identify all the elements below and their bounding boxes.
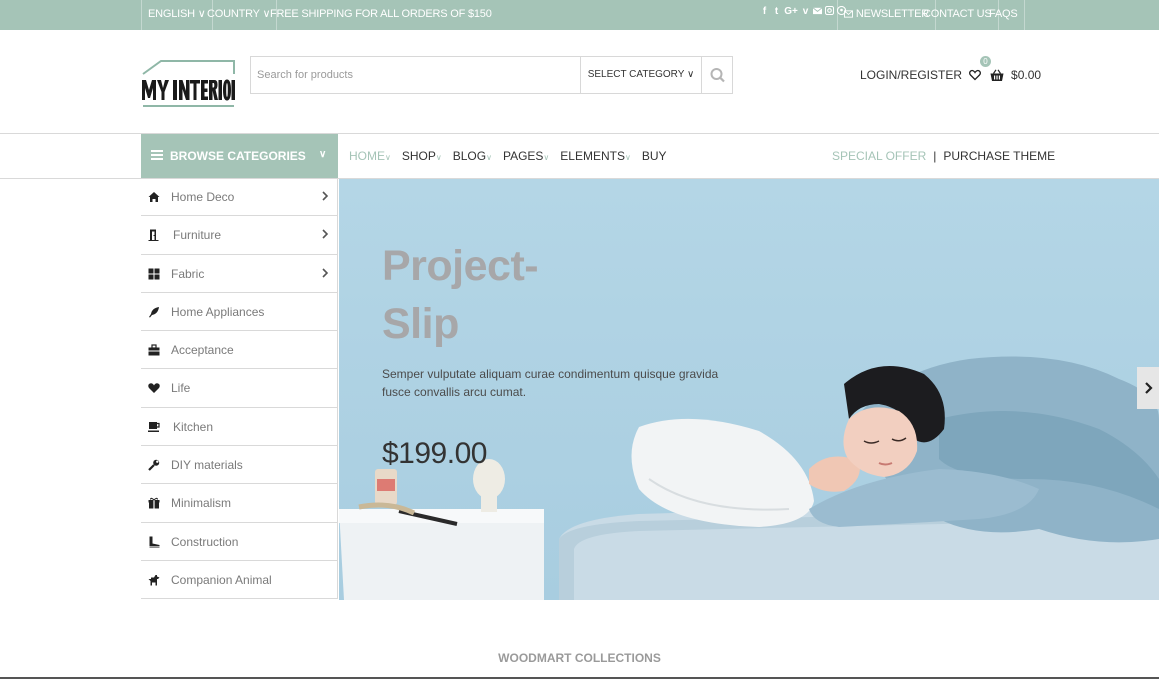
chevron-down-icon: ∨	[543, 153, 550, 162]
nav-item-buy[interactable]: BUY	[642, 149, 667, 163]
chevron-right-icon	[322, 268, 329, 278]
facebook-icon[interactable]: f	[760, 6, 769, 17]
dog-icon	[148, 574, 160, 586]
category-list: Home Deco Furniture Fabric Home Applianc…	[141, 178, 338, 600]
hero-slide: Project- Slip Semper vulputate aliquam c…	[339, 179, 1159, 600]
category-item-diy-materials[interactable]: DIY materials	[141, 446, 337, 485]
heart-icon	[148, 383, 160, 394]
twitter-icon[interactable]: t	[772, 6, 781, 17]
search-icon	[710, 68, 725, 83]
chevron-right-icon	[322, 191, 329, 201]
nav-item-blog[interactable]: BLOG∨	[453, 149, 492, 163]
category-item-kitchen[interactable]: Kitchen	[141, 408, 337, 447]
nav-item-pages[interactable]: PAGES∨	[503, 149, 549, 163]
cart-total[interactable]: $0.00	[1011, 68, 1041, 82]
hamburger-icon	[151, 150, 163, 160]
section-heading: WOODMART COLLECTIONS	[498, 651, 661, 665]
hero-description: Semper vulputate aliquam curae condiment…	[382, 367, 719, 399]
instagram-icon[interactable]	[824, 5, 835, 17]
email-icon[interactable]	[812, 6, 823, 17]
envelope-icon	[844, 10, 853, 18]
cart-icon[interactable]	[990, 68, 1004, 82]
chevron-down-icon: ∨	[385, 153, 391, 162]
login-register-link[interactable]: LOGIN/REGISTER	[860, 68, 962, 82]
grid-icon	[148, 268, 160, 280]
wrench-icon	[148, 459, 160, 471]
coffee-icon	[148, 421, 160, 432]
chevron-down-icon: ∨	[319, 149, 327, 160]
browse-categories-button[interactable]: BROWSE CATEGORIES ∨	[141, 134, 338, 178]
slider-next-button[interactable]	[1137, 367, 1159, 409]
chevron-down-icon: ∨	[435, 153, 442, 162]
feather-icon	[149, 306, 159, 318]
home-icon	[148, 192, 160, 202]
category-item-minimalism[interactable]: Minimalism	[141, 484, 337, 523]
category-select[interactable]: SELECT CATEGORY ∨	[580, 57, 701, 93]
top-bar: ENGLISH ∨ COUNTRY ∨ FREE SHIPPING FOR AL…	[0, 0, 1159, 30]
vimeo-icon[interactable]: v	[801, 6, 810, 17]
nav-right-links: SPECIAL OFFER | PURCHASE THEME	[832, 149, 1055, 163]
chevron-down-icon: ∨	[624, 153, 631, 162]
hero-price: $199.00	[382, 437, 487, 470]
category-item-home-appliances[interactable]: Home Appliances	[141, 293, 337, 332]
gift-icon	[148, 498, 160, 509]
purchase-theme-link[interactable]: PURCHASE THEME	[943, 149, 1055, 163]
category-item-furniture[interactable]: Furniture	[141, 216, 337, 255]
chevron-down-icon: ∨	[486, 153, 492, 162]
category-item-construction[interactable]: Construction	[141, 523, 337, 561]
category-item-companion-animal[interactable]: Companion Animal	[141, 561, 337, 600]
cart-count-badge: 0	[980, 56, 991, 67]
door-icon	[148, 229, 159, 242]
main-nav: HOME∨ SHOP∨ BLOG∨ PAGES∨ ELEMENTS∨ BUY	[349, 149, 678, 163]
briefcase-icon	[148, 344, 160, 356]
nav-separator: |	[933, 149, 937, 163]
boot-icon	[149, 536, 160, 548]
google-plus-icon[interactable]: G+	[784, 6, 798, 17]
nav-item-home[interactable]: HOME∨	[349, 149, 391, 163]
browse-categories-label: BROWSE CATEGORIES	[170, 149, 306, 163]
search-bar: SELECT CATEGORY ∨	[250, 56, 733, 94]
faqs-link[interactable]: FAQS	[983, 0, 1025, 30]
site-logo[interactable]	[141, 60, 236, 108]
category-item-life[interactable]: Life	[141, 369, 337, 408]
chevron-right-icon	[322, 229, 329, 239]
search-input[interactable]	[251, 57, 580, 93]
hero-title: Project- Slip	[382, 242, 539, 348]
category-item-acceptance[interactable]: Acceptance	[141, 331, 337, 370]
category-item-home-deco[interactable]: Home Deco	[141, 178, 337, 217]
nav-item-shop[interactable]: SHOP∨	[402, 149, 442, 163]
nav-item-elements[interactable]: ELEMENTS∨	[560, 149, 631, 163]
social-links: f t G+ v	[760, 5, 847, 17]
special-offer-link[interactable]: SPECIAL OFFER	[832, 149, 926, 163]
wishlist-icon[interactable]	[969, 69, 982, 81]
search-button[interactable]	[701, 57, 732, 93]
category-item-fabric[interactable]: Fabric	[141, 255, 337, 293]
chevron-right-icon	[1145, 382, 1153, 394]
header-actions: LOGIN/REGISTER $0.00	[860, 65, 1041, 85]
shipping-notice: FREE SHIPPING FOR ALL ORDERS OF $150	[270, 8, 492, 20]
